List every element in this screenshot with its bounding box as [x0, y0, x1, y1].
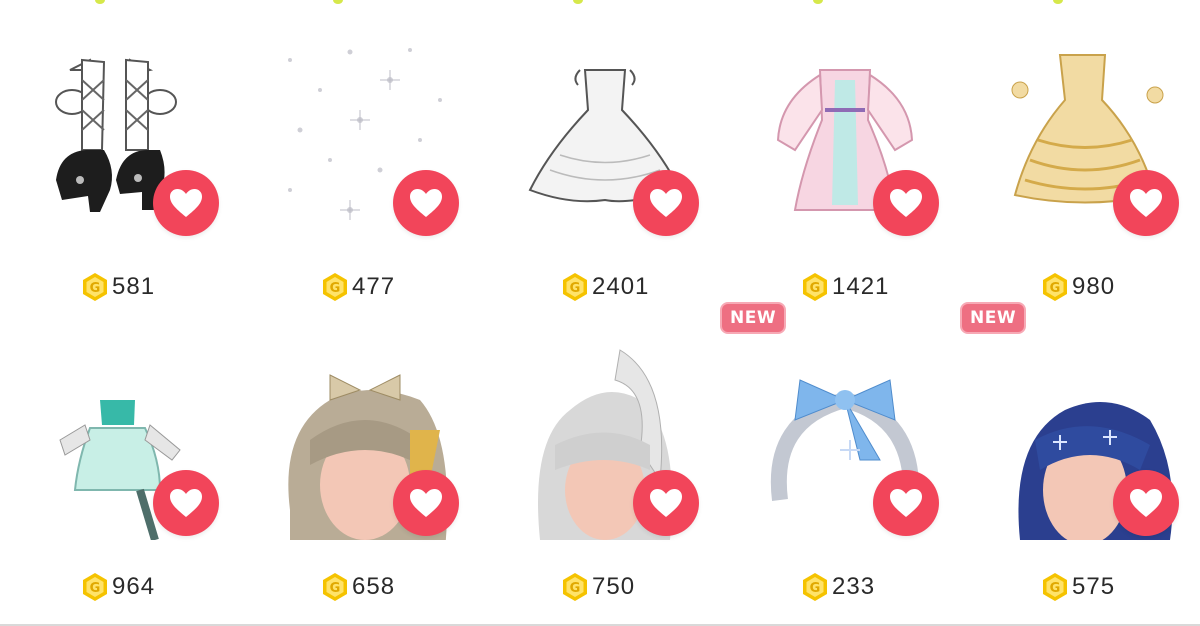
new-badge: NEW: [720, 302, 787, 334]
shop-item-card[interactable]: G 750: [480, 300, 720, 601]
shop-item-card[interactable]: G 477: [240, 0, 480, 301]
item-price: G 233: [800, 570, 875, 604]
heart-icon: [890, 489, 922, 517]
heart-icon: [650, 189, 682, 217]
heart-icon: [410, 489, 442, 517]
price-value: 233: [832, 573, 876, 600]
favorite-button[interactable]: [393, 470, 459, 536]
item-price: G 964: [80, 570, 155, 604]
price-value: 477: [352, 273, 396, 300]
favorite-button[interactable]: [873, 170, 939, 236]
gold-coin-icon: G: [563, 273, 587, 301]
favorite-button[interactable]: [633, 170, 699, 236]
gold-coin-icon: G: [803, 573, 827, 601]
svg-text:G: G: [810, 581, 821, 596]
price-value: 980: [1072, 273, 1116, 300]
gold-coin-icon: G: [323, 273, 347, 301]
favorite-button[interactable]: [873, 470, 939, 536]
heart-icon: [170, 189, 202, 217]
svg-text:G: G: [330, 581, 341, 596]
favorite-button[interactable]: [153, 170, 219, 236]
item-price: G 980: [1040, 270, 1115, 304]
new-badge: NEW: [960, 302, 1027, 334]
price-value: 575: [1072, 573, 1116, 600]
shop-item-card[interactable]: G 1421: [720, 0, 960, 301]
item-price: G 575: [1040, 570, 1115, 604]
gold-coin-icon: G: [563, 573, 587, 601]
heart-icon: [1130, 189, 1162, 217]
shop-item-card[interactable]: G 980: [960, 0, 1200, 301]
favorite-button[interactable]: [393, 170, 459, 236]
heart-icon: [1130, 489, 1162, 517]
gold-coin-icon: G: [1043, 573, 1067, 601]
heart-icon: [650, 489, 682, 517]
svg-text:G: G: [570, 281, 581, 296]
price-value: 1421: [832, 273, 890, 300]
item-price: G 658: [320, 570, 395, 604]
price-value: 964: [112, 573, 156, 600]
svg-text:G: G: [570, 581, 581, 596]
shop-page: G 581 G 477 G 2401 G 1421 G 980 G 964 G …: [0, 0, 1200, 626]
gold-coin-icon: G: [83, 573, 107, 601]
item-price: G 581: [80, 270, 155, 304]
shop-item-card[interactable]: NEW G 575: [960, 300, 1200, 601]
item-grid: G 581 G 477 G 2401 G 1421 G 980 G 964 G …: [0, 0, 1200, 626]
shop-item-card[interactable]: G 581: [0, 0, 240, 301]
item-price: G 477: [320, 270, 395, 304]
favorite-button[interactable]: [153, 470, 219, 536]
shop-item-card[interactable]: G 658: [240, 300, 480, 601]
gold-coin-icon: G: [803, 273, 827, 301]
heart-icon: [410, 189, 442, 217]
price-value: 750: [592, 573, 636, 600]
gold-coin-icon: G: [323, 573, 347, 601]
svg-text:G: G: [1050, 581, 1061, 596]
shop-item-card[interactable]: G 2401: [480, 0, 720, 301]
heart-icon: [170, 489, 202, 517]
gold-coin-icon: G: [83, 273, 107, 301]
item-price: G 750: [560, 570, 635, 604]
favorite-button[interactable]: [1113, 470, 1179, 536]
shop-item-card[interactable]: G 964: [0, 300, 240, 601]
heart-icon: [890, 189, 922, 217]
price-value: 2401: [592, 273, 650, 300]
item-price: G 1421: [800, 270, 889, 304]
item-price: G 2401: [560, 270, 649, 304]
price-value: 658: [352, 573, 396, 600]
svg-text:G: G: [1050, 281, 1061, 296]
svg-text:G: G: [90, 281, 101, 296]
price-value: 581: [112, 273, 156, 300]
svg-text:G: G: [330, 281, 341, 296]
shop-item-card[interactable]: NEW G 233: [720, 300, 960, 601]
svg-text:G: G: [810, 281, 821, 296]
gold-coin-icon: G: [1043, 273, 1067, 301]
svg-text:G: G: [90, 581, 101, 596]
favorite-button[interactable]: [633, 470, 699, 536]
favorite-button[interactable]: [1113, 170, 1179, 236]
